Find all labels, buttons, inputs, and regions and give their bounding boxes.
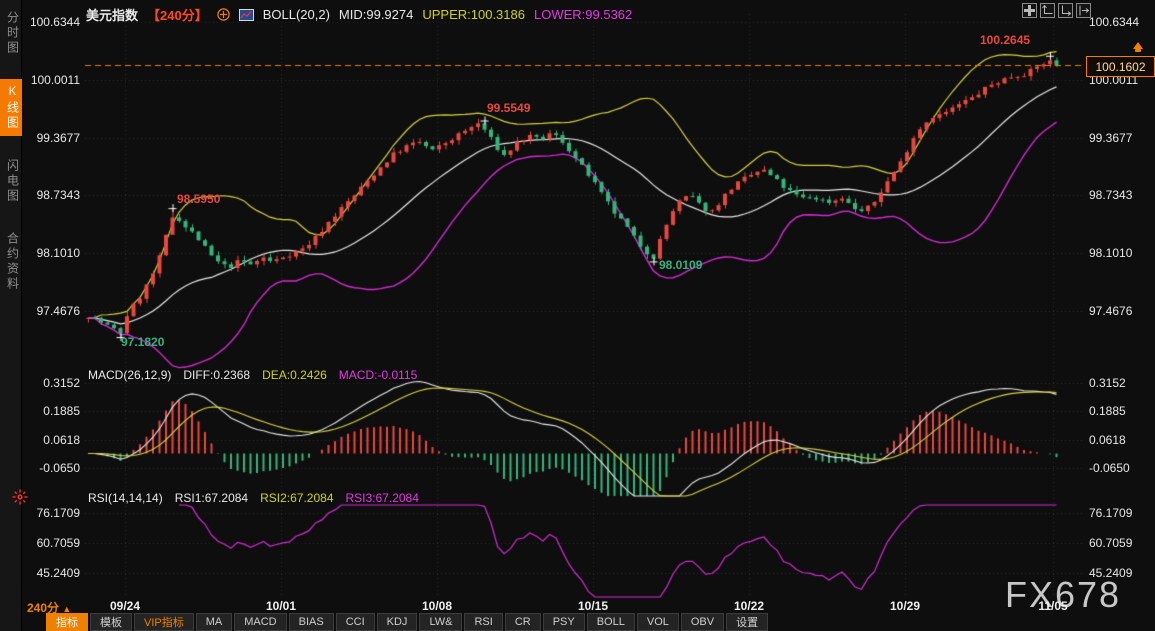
rsi2-value: RSI2:67.2084 <box>260 491 333 505</box>
circle-plus-icon[interactable] <box>217 8 230 21</box>
date-label: 10/29 <box>890 599 920 613</box>
rsi-tick-label: 76.1709 <box>1089 506 1153 520</box>
rsi-header: RSI(14,14,14) RSI1:67.2084 RSI2:67.2084 … <box>88 491 419 505</box>
date-label: 10/08 <box>422 599 452 613</box>
shift-right-icon[interactable] <box>1076 3 1091 18</box>
rsi-tick-label: 45.2409 <box>1089 566 1153 580</box>
boll-lower-value: LOWER:99.5362 <box>534 7 632 22</box>
boll-mid-value: MID:99.9274 <box>339 7 413 22</box>
macd-tick-label: -0.0650 <box>1089 461 1153 475</box>
macd-tick-label: 0.0618 <box>1089 433 1153 447</box>
macd-dea-value: DEA:0.2426 <box>262 368 327 382</box>
toolbar-button-模板[interactable]: 模板 <box>90 613 132 631</box>
macd-tick-label: 0.3152 <box>1089 376 1153 390</box>
toolbar-button-BOLL[interactable]: BOLL <box>587 613 635 631</box>
sidebar-tab-0[interactable]: 分时图 <box>0 6 22 61</box>
pan-icon[interactable] <box>1022 3 1037 18</box>
toolbar-button-设置[interactable]: 设置 <box>726 613 768 631</box>
toolbar-button-指标[interactable]: 指标 <box>46 613 88 631</box>
macd-tick-label: 0.3152 <box>18 376 80 390</box>
price-tick-label: 99.3677 <box>1089 131 1153 145</box>
rsi-label: RSI(14,14,14) <box>88 491 163 505</box>
toolbar-button-VIP指标[interactable]: VIP指标 <box>134 613 194 631</box>
chart-header: 美元指数 【240分】 BOLL(20,2) MID:99.9274 UPPER… <box>86 5 632 24</box>
toolbar-button-PSY[interactable]: PSY <box>543 613 585 631</box>
date-label: 11/05 <box>1038 599 1067 613</box>
date-label: 09/24 <box>110 599 140 613</box>
rsi-tick-label: 60.7059 <box>18 536 80 550</box>
live-indicator-icon <box>12 489 28 505</box>
toolbar-button-MACD[interactable]: MACD <box>234 613 286 631</box>
trading-app-window: 分时图 K线图闪电图合约资料 美元指数 【240分】 BOLL(20,2) MID… <box>0 0 1155 631</box>
current-price-value: 100.1602 <box>1095 60 1145 74</box>
rsi1-value: RSI1:67.2084 <box>175 491 248 505</box>
toolbar-button-VOL[interactable]: VOL <box>637 613 679 631</box>
toolbar-button-RSI[interactable]: RSI <box>464 613 502 631</box>
macd-tick-label: -0.0650 <box>18 461 80 475</box>
toolbar-button-KDJ[interactable]: KDJ <box>377 613 418 631</box>
macd-tick-label: 0.1885 <box>18 404 80 418</box>
indicator-toolbar: 指标模板VIP指标MAMACDBIASCCIKDJLW&RSICRPSYBOLL… <box>46 613 768 631</box>
extreme-price-annotation: 98.5950 <box>177 192 220 206</box>
price-tick-label: 98.1010 <box>18 246 80 260</box>
mini-chart-icon[interactable] <box>239 9 254 21</box>
left-sidebar: 分时图 K线图闪电图合约资料 <box>0 0 22 631</box>
date-axis: 09/24 10/01 10/08 10/15 10/22 10/29 11/05 <box>0 597 1155 614</box>
extreme-price-annotation: 99.5549 <box>487 101 530 115</box>
macd-label: MACD(26,12,9) <box>88 368 171 382</box>
toolbar-button-MA[interactable]: MA <box>196 613 233 631</box>
chart-canvas[interactable] <box>0 0 1155 631</box>
rsi-tick-label: 76.1709 <box>18 506 80 520</box>
price-tick-label: 100.0011 <box>18 73 80 87</box>
extreme-price-annotation: 98.0109 <box>659 258 702 272</box>
price-tick-label: 98.1010 <box>1089 246 1153 260</box>
rsi-tick-label: 60.7059 <box>1089 536 1153 550</box>
price-tick-label: 99.3677 <box>18 131 80 145</box>
price-tick-label: 100.6344 <box>1089 15 1153 29</box>
toolbar-button-CCI[interactable]: CCI <box>336 613 375 631</box>
toolbar-button-CR[interactable]: CR <box>505 613 541 631</box>
extreme-price-annotation: 100.2645 <box>980 33 1030 47</box>
zoom-vertical-icon[interactable] <box>1040 3 1055 18</box>
zoom-horizontal-icon[interactable] <box>1058 3 1073 18</box>
sidebar-tab-3[interactable]: 合约资料 <box>0 227 22 297</box>
toolbar-button-OBV[interactable]: OBV <box>681 613 724 631</box>
rsi3-value: RSI3:67.2084 <box>346 491 419 505</box>
boll-upper-value: UPPER:100.3186 <box>422 7 525 22</box>
price-up-arrow-base <box>1135 49 1141 52</box>
macd-tick-label: 0.0618 <box>18 433 80 447</box>
rsi-tick-label: 45.2409 <box>18 566 80 580</box>
extreme-price-annotation: 97.1820 <box>121 335 164 349</box>
sidebar-tab-1[interactable]: K线图 <box>0 79 22 136</box>
price-tick-label: 100.6344 <box>18 15 80 29</box>
price-tick-label: 97.4676 <box>18 304 80 318</box>
boll-label: BOLL(20,2) <box>263 7 330 22</box>
macd-macd-value: MACD:-0.0115 <box>339 368 417 382</box>
macd-header: MACD(26,12,9) DIFF:0.2368 DEA:0.2426 MAC… <box>88 368 417 382</box>
toolbar-button-BIAS[interactable]: BIAS <box>289 613 334 631</box>
price-tick-label: 98.7343 <box>1089 188 1153 202</box>
price-tick-label: 97.4676 <box>1089 304 1153 318</box>
period-label: 【240分】 <box>147 5 208 24</box>
toolbar-button-LW&[interactable]: LW& <box>419 613 462 631</box>
chart-tool-icons <box>1022 3 1091 18</box>
date-label: 10/15 <box>578 599 608 613</box>
macd-diff-value: DIFF:0.2368 <box>183 368 250 382</box>
date-label: 10/22 <box>734 599 764 613</box>
instrument-name: 美元指数 <box>86 5 138 24</box>
price-up-arrow-icon <box>1133 42 1143 49</box>
sidebar-tab-2[interactable]: 闪电图 <box>0 154 22 209</box>
current-price-tag: 100.1602 <box>1086 56 1155 77</box>
date-label: 10/01 <box>266 599 296 613</box>
macd-tick-label: 0.1885 <box>1089 404 1153 418</box>
price-tick-label: 98.7343 <box>18 188 80 202</box>
